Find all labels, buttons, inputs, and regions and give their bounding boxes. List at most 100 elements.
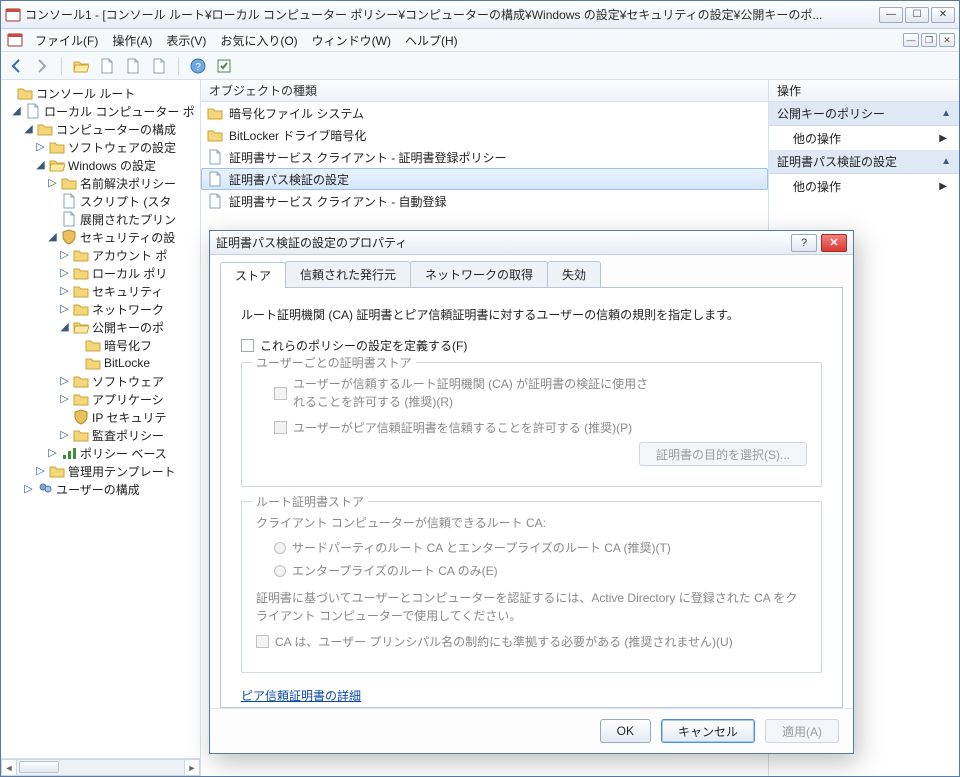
tree-network[interactable]: ▷ネットワーク <box>3 300 200 318</box>
list-item-selected[interactable]: 証明書パス検証の設定 <box>201 168 768 190</box>
checkbox-icon <box>274 387 287 400</box>
radio-enterprise-only: エンタープライズのルート CA のみ(E) <box>256 562 807 579</box>
dialog-close-button[interactable]: ✕ <box>821 234 847 252</box>
list-item[interactable]: 証明書サービス クライアント - 証明書登録ポリシー <box>201 146 768 168</box>
list-item[interactable]: BitLocker ドライブ暗号化 <box>201 124 768 146</box>
ok-button[interactable]: OK <box>600 719 651 743</box>
radio-icon <box>274 542 286 554</box>
list-item[interactable]: 証明書サービス クライアント - 自動登録 <box>201 190 768 212</box>
tree-pubkey[interactable]: ◢公開キーのポ <box>3 318 200 336</box>
actions-item-more2[interactable]: 他の操作▶ <box>769 174 959 198</box>
menu-view[interactable]: 表示(V) <box>166 32 206 49</box>
peer-trust-link[interactable]: ピア信頼証明書の詳細 <box>241 689 361 703</box>
scroll-left-icon[interactable]: ◄ <box>1 759 17 776</box>
collapse-icon: ▲ <box>941 156 951 167</box>
tree-localpol[interactable]: ▷ローカル ポリ <box>3 264 200 282</box>
scroll-right-icon[interactable]: ► <box>184 759 200 776</box>
menu-favorites[interactable]: お気に入り(O) <box>220 32 297 49</box>
tree[interactable]: コンソール ルート ◢ローカル コンピューター ポ ◢コンピューターの構成 ▷ソ… <box>1 80 200 758</box>
checkbox-allow-peer: ユーザーがピア信頼証明書を信頼することを許可する (推奨)(P) <box>256 419 807 436</box>
maximize-button[interactable]: ☐ <box>905 7 929 23</box>
checkbox-icon <box>274 421 287 434</box>
groupbox-user-store: ユーザーごとの証明書ストア ユーザーが信頼するルート証明機関 (CA) が証明書… <box>241 362 822 487</box>
actions-section-header[interactable]: 公開キーのポリシー▲ <box>769 102 959 126</box>
export-button[interactable] <box>122 55 144 77</box>
properties-dialog: 証明書パス検証の設定のプロパティ ? ✕ ストア 信頼された発行元 ネットワーク… <box>209 230 854 754</box>
list-header[interactable]: オブジェクトの種類 <box>201 80 768 102</box>
root-store-note: クライアント コンピューターが信頼できるルート CA: <box>256 514 807 531</box>
tree-namres[interactable]: ▷名前解決ポリシー <box>3 174 200 192</box>
menu-help[interactable]: ヘルプ(H) <box>405 32 458 49</box>
forward-button[interactable] <box>31 55 53 77</box>
tree-audit[interactable]: ▷監査ポリシー <box>3 426 200 444</box>
tree-ipsec[interactable]: IP セキュリテ <box>3 408 200 426</box>
tree-deployed[interactable]: 展開されたプリン <box>3 210 200 228</box>
minimize-button[interactable]: — <box>879 7 903 23</box>
tree-appctl[interactable]: ▷アプリケーシ <box>3 390 200 408</box>
menu-action[interactable]: 操作(A) <box>112 32 152 49</box>
tab-store[interactable]: ストア <box>220 262 286 288</box>
tree-scripts[interactable]: スクリプト (スタ <box>3 192 200 210</box>
close-button[interactable]: ✕ <box>931 7 955 23</box>
tree-secopts[interactable]: ▷セキュリティ <box>3 282 200 300</box>
tree-comp-cfg[interactable]: ◢コンピューターの構成 <box>3 120 200 138</box>
tab-revoc[interactable]: 失効 <box>547 261 601 287</box>
dialog-tabs: ストア 信頼された発行元 ネットワークの取得 失効 <box>220 261 843 288</box>
cancel-button[interactable]: キャンセル <box>661 719 755 743</box>
tree-pane: コンソール ルート ◢ローカル コンピューター ポ ◢コンピューターの構成 ▷ソ… <box>1 80 201 776</box>
groupbox-legend: ルート証明書ストア <box>252 493 368 510</box>
dialog-help-button[interactable]: ? <box>791 234 817 252</box>
groupbox-root-store: ルート証明書ストア クライアント コンピューターが信頼できるルート CA: サー… <box>241 501 822 673</box>
tab-page-store: ルート証明機関 (CA) 証明書とピア信頼証明書に対するユーザーの信頼の規則を指… <box>220 288 843 708</box>
dialog-titlebar: 証明書パス検証の設定のプロパティ ? ✕ <box>210 231 853 255</box>
toolbar <box>1 52 959 80</box>
back-button[interactable] <box>5 55 27 77</box>
list-item[interactable]: 暗号化ファイル システム <box>201 102 768 124</box>
actions-section-header2[interactable]: 証明書パス検証の設定▲ <box>769 150 959 174</box>
menu-file[interactable]: ファイル(F) <box>35 32 98 49</box>
actions-item-more1[interactable]: 他の操作▶ <box>769 126 959 150</box>
mdi-restore-button[interactable]: ❐ <box>921 33 937 47</box>
tree-admintmpl[interactable]: ▷管理用テンプレート <box>3 462 200 480</box>
tree-usercfg[interactable]: ▷ユーザーの構成 <box>3 480 200 498</box>
up-button[interactable] <box>70 55 92 77</box>
dialog-title: 証明書パス検証の設定のプロパティ <box>216 234 785 251</box>
checkbox-icon <box>256 635 269 648</box>
checkbox-upn-constraint: CA は、ユーザー プリンシパル名の制約にも準拠する必要がある (推奨されません… <box>256 633 807 650</box>
checkbox-allow-root: ユーザーが信頼するルート証明機関 (CA) が証明書の検証に使用されることを許可… <box>256 375 807 411</box>
tree-sec[interactable]: ◢セキュリティの設 <box>3 228 200 246</box>
actions-title: 操作 <box>769 80 959 102</box>
checkbox-icon[interactable] <box>241 339 254 352</box>
dialog-button-row: OK キャンセル 適用(A) <box>210 708 853 753</box>
show-hide-button[interactable] <box>213 55 235 77</box>
groupbox-legend: ユーザーごとの証明書ストア <box>252 354 416 371</box>
submenu-icon: ▶ <box>939 133 947 144</box>
tab-netret[interactable]: ネットワークの取得 <box>410 261 548 287</box>
refresh-button[interactable] <box>148 55 170 77</box>
tab-trusted[interactable]: 信頼された発行元 <box>285 261 411 287</box>
app-icon <box>5 7 21 23</box>
radio-thirdparty-and-enterprise: サードパーティのルート CA とエンタープライズのルート CA (推奨)(T) <box>256 539 807 556</box>
scroll-thumb[interactable] <box>19 761 59 773</box>
tree-hscrollbar[interactable]: ◄ ► <box>1 758 200 776</box>
help-button[interactable] <box>187 55 209 77</box>
mdi-close-button[interactable]: ✕ <box>939 33 955 47</box>
tree-policybase[interactable]: ▷ポリシー ベース <box>3 444 200 462</box>
tree-lcp[interactable]: ◢ローカル コンピューター ポ <box>3 102 200 120</box>
window-title: コンソール1 - [コンソール ルート¥ローカル コンピューター ポリシー¥コン… <box>25 6 875 23</box>
tree-sw[interactable]: ▷ソフトウェアの設定 <box>3 138 200 156</box>
radio-icon <box>274 565 286 577</box>
mdi-child-icon <box>7 32 23 48</box>
ad-note: 証明書に基づいてユーザーとコンピューターを認証するには、Active Direc… <box>256 589 807 625</box>
tree-root[interactable]: コンソール ルート <box>3 84 200 102</box>
dialog-description: ルート証明機関 (CA) 証明書とピア信頼証明書に対するユーザーの信頼の規則を指… <box>241 306 822 323</box>
mdi-minimize-button[interactable]: — <box>903 33 919 47</box>
tree-efs[interactable]: 暗号化フ <box>3 336 200 354</box>
tree-win[interactable]: ◢Windows の設定 <box>3 156 200 174</box>
tree-account[interactable]: ▷アカウント ポ <box>3 246 200 264</box>
properties-button[interactable] <box>96 55 118 77</box>
checkbox-define-policy[interactable]: これらのポリシーの設定を定義する(F) <box>241 337 822 354</box>
tree-bitlocker[interactable]: BitLocke <box>3 354 200 372</box>
menu-window[interactable]: ウィンドウ(W) <box>312 32 391 49</box>
tree-swres[interactable]: ▷ソフトウェア <box>3 372 200 390</box>
